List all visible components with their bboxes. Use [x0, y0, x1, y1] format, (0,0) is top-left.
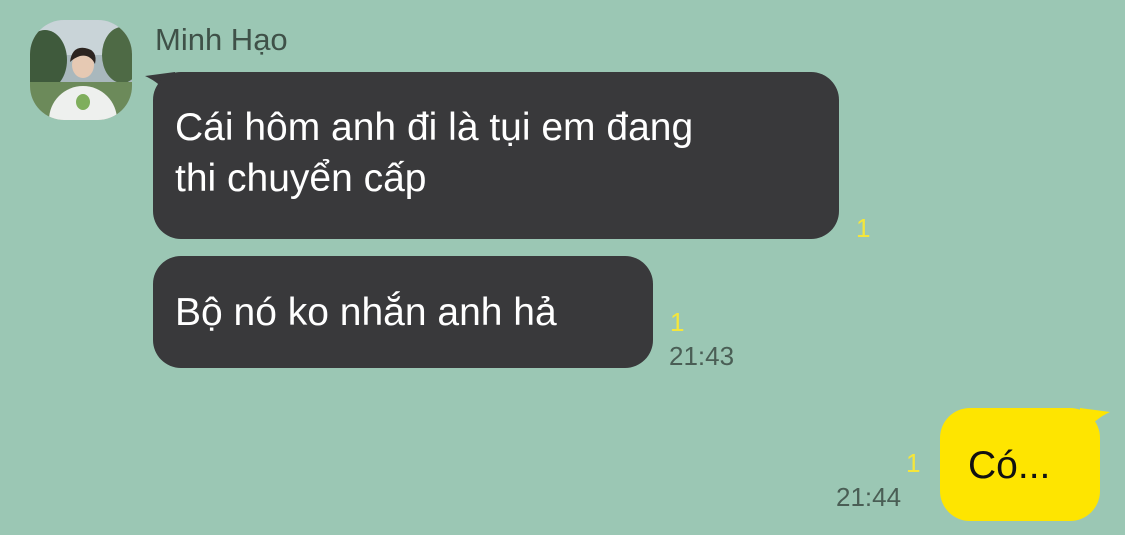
message-text-line: Bộ nó ko nhắn anh hả	[175, 291, 557, 334]
unread-count: 1	[670, 307, 685, 337]
message-text-line: Cái hôm anh đi là tụi em đang	[175, 106, 694, 149]
unread-count: 1	[906, 448, 921, 478]
unread-count: 1	[856, 213, 871, 243]
incoming-message-bubble[interactable]: Cái hôm anh đi là tụi em đang thi chuyển…	[153, 72, 839, 239]
message-timestamp: 21:43	[669, 341, 735, 371]
message-timestamp: 21:44	[836, 482, 902, 512]
outgoing-message-bubble[interactable]: Có...	[940, 408, 1100, 521]
message-text-line: thi chuyển cấp	[175, 157, 427, 200]
sender-name: Minh Hạo	[155, 22, 288, 57]
incoming-message-bubble[interactable]: Bộ nó ko nhắn anh hả	[153, 256, 653, 368]
message-text-line: Có...	[968, 444, 1051, 487]
avatar-photo-icon	[30, 20, 132, 120]
sender-avatar[interactable]	[30, 20, 132, 120]
